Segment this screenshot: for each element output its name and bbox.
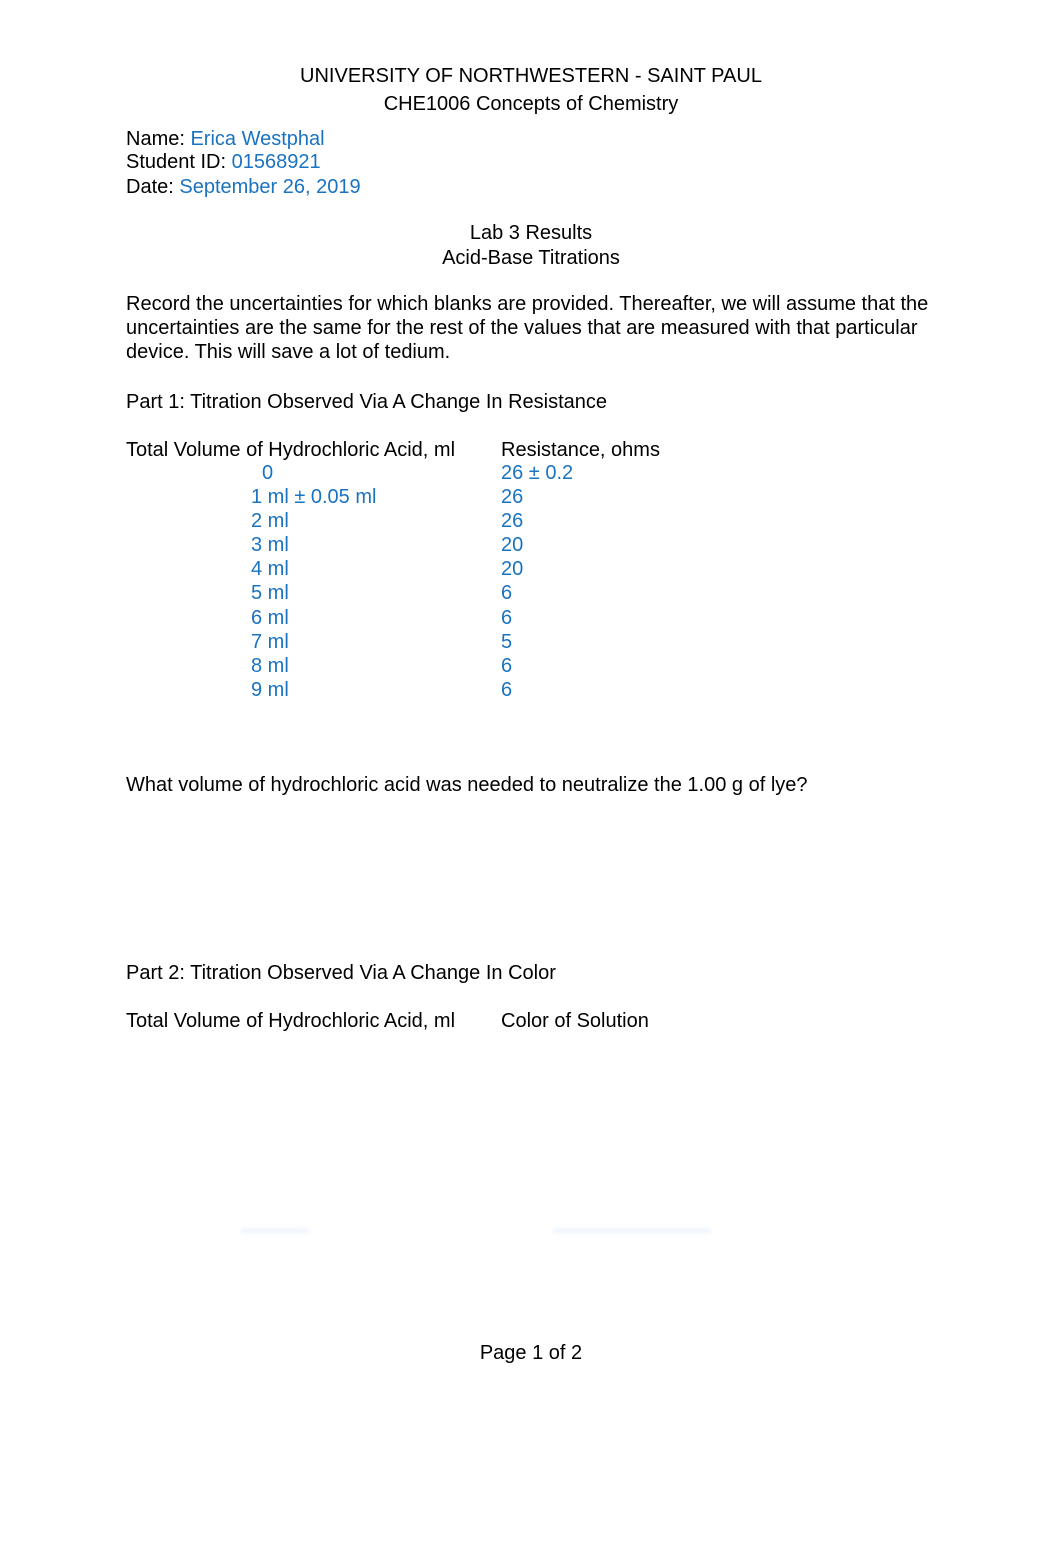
volume-cell: 0 <box>262 462 274 484</box>
volume-cell: 8 ml <box>251 655 289 677</box>
student-name: Name: Erica Westphal <box>126 129 325 149</box>
resistance-cell: 5 <box>501 631 513 653</box>
date-value: September 26, 2019 <box>179 176 361 198</box>
volume-cell: 3 ml <box>251 534 289 556</box>
resistance-cell: 6 <box>501 655 513 677</box>
resistance-cell: 6 <box>501 679 513 701</box>
course-title: CHE1006 Concepts of Chemistry <box>383 93 679 115</box>
part1-col-volume-header: Total Volume of Hydrochloric Acid, ml <box>126 439 456 461</box>
page-number: Page 1 of 2 <box>479 1342 583 1364</box>
date: Date: September 26, 2019 <box>126 177 361 197</box>
part2-col-volume-header: Total Volume of Hydrochloric Acid, ml <box>126 1010 456 1032</box>
name-label: Name: <box>126 128 191 150</box>
resistance-cell: 20 <box>501 534 524 556</box>
part2-col-color-header: Color of Solution <box>501 1010 649 1032</box>
university-name: UNIVERSITY OF NORTHWESTERN - SAINT PAUL <box>300 65 762 87</box>
volume-cell: 1 ml ± 0.05 ml <box>251 486 377 508</box>
lab-title: Lab 3 Results <box>469 222 593 244</box>
blurred-content <box>552 1229 712 1235</box>
part1-col-resistance-header: Resistance, ohms <box>501 439 660 461</box>
resistance-cell: 6 <box>501 607 513 629</box>
volume-cell: 4 ml <box>251 558 289 580</box>
resistance-cell: 20 <box>501 558 524 580</box>
volume-cell: 2 ml <box>251 510 289 532</box>
part1-heading: Part 1: Titration Observed Via A Change … <box>126 391 608 413</box>
student-id-label: Student ID: <box>126 151 232 173</box>
volume-cell: 7 ml <box>251 631 289 653</box>
volume-cell: 6 ml <box>251 607 289 629</box>
instructions-paragraph: Record the uncertainties for which blank… <box>126 293 929 363</box>
part1-question: What volume of hydrochloric acid was nee… <box>126 774 808 796</box>
resistance-cell: 26 <box>501 510 524 532</box>
volume-cell: 5 ml <box>251 582 289 604</box>
blurred-content <box>240 1229 310 1235</box>
lab-subtitle: Acid-Base Titrations <box>442 247 620 269</box>
student-id: Student ID: 01568921 <box>126 152 321 172</box>
resistance-cell: 6 <box>501 582 513 604</box>
student-id-value: 01568921 <box>231 151 321 173</box>
resistance-cell: 26 <box>501 486 524 508</box>
part2-heading: Part 2: Titration Observed Via A Change … <box>126 962 556 984</box>
volume-cell: 9 ml <box>251 679 289 701</box>
name-value: Erica Westphal <box>190 128 325 150</box>
date-label: Date: <box>126 176 180 198</box>
resistance-cell: 26 ± 0.2 <box>501 462 574 484</box>
